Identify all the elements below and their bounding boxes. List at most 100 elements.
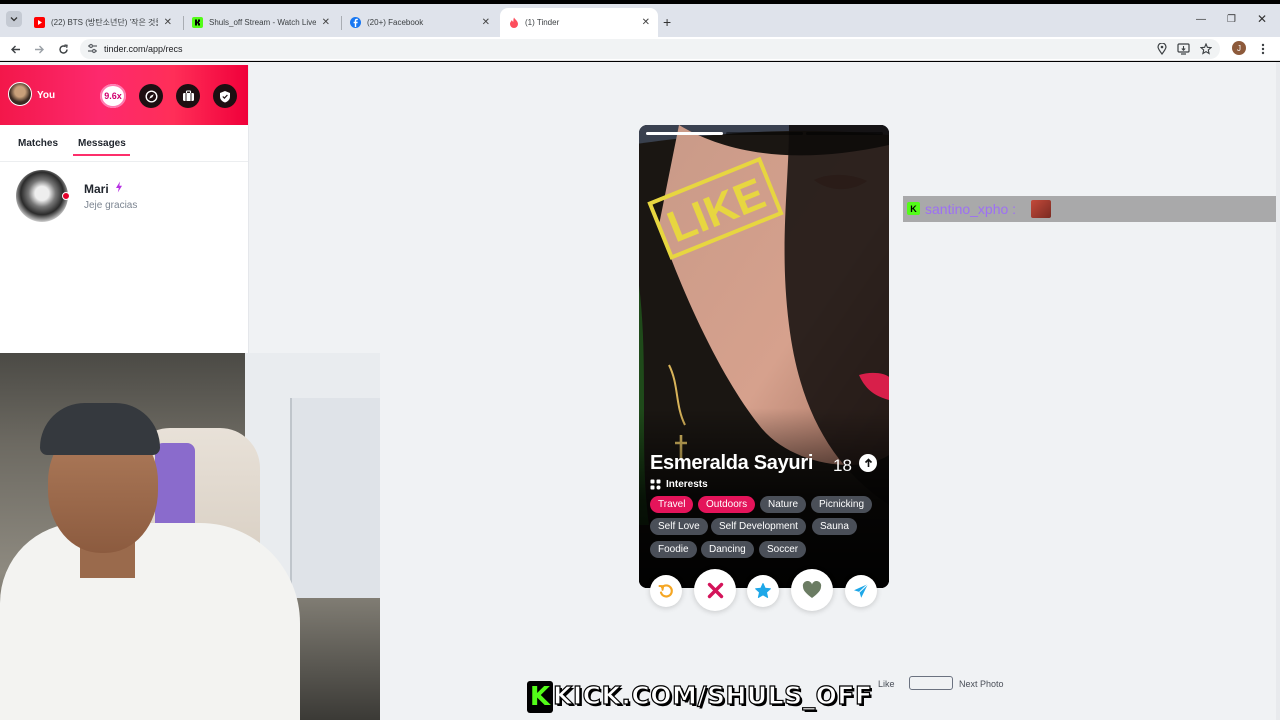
send-icon	[854, 583, 869, 598]
boost-multiplier-button[interactable]: 9.6x	[100, 84, 126, 108]
shield-icon	[220, 90, 230, 102]
forward-button[interactable]	[32, 42, 46, 56]
streamer-webcam	[0, 353, 380, 720]
interests-label: Interests	[666, 479, 708, 490]
tab-messages[interactable]: Messages	[78, 138, 126, 149]
tab-title: (22) BTS (방탄소년단) '작은 것들	[51, 18, 158, 27]
tab-tinder[interactable]: (1) Tinder ✕	[500, 8, 658, 37]
photo-indicator	[726, 132, 803, 135]
back-button[interactable]	[8, 42, 22, 56]
interest-chip: Sauna	[812, 518, 857, 535]
tab-matches[interactable]: Matches	[18, 138, 58, 149]
chevron-down-icon	[10, 17, 18, 22]
explore-button[interactable]	[139, 84, 163, 108]
reload-icon	[58, 43, 68, 54]
open-profile-button[interactable]	[859, 454, 877, 472]
watermark-text: KICK.COM/SHULS_OFF	[552, 680, 873, 710]
browser-toolbar: tinder.com/app/recs J	[0, 37, 1280, 61]
message-name: Mari	[84, 182, 109, 196]
tab-title: (1) Tinder	[525, 18, 560, 27]
install-app-icon[interactable]	[1177, 43, 1190, 55]
interest-chip: Foodie	[650, 541, 697, 558]
user-label[interactable]: You	[37, 90, 55, 101]
more-vertical-icon	[1261, 43, 1265, 55]
interest-chip: Dancing	[701, 541, 754, 558]
tab-title: (20+) Facebook	[367, 18, 424, 27]
message-preview: Jeje gracias	[84, 200, 138, 211]
youtube-icon	[34, 17, 45, 28]
x-icon	[707, 582, 723, 598]
interest-chip: Nature	[760, 496, 807, 513]
sidebar-tabs: Matches Messages	[0, 125, 248, 162]
multiplier-value: 9.6x	[104, 91, 122, 101]
profile-avatar[interactable]: J	[1232, 41, 1246, 55]
browser-tab-bar: (22) BTS (방탄소년단) '작은 것들 ✕ Shuls_off Stre…	[0, 0, 1280, 37]
tab-kick[interactable]: Shuls_off Stream - Watch Live o ✕	[184, 8, 338, 37]
tab-facebook[interactable]: (20+) Facebook ✕	[342, 8, 498, 37]
compass-icon	[144, 89, 158, 103]
briefcase-icon	[182, 90, 194, 101]
new-tab-button[interactable]: +	[663, 14, 671, 30]
sidebar-header: You 9.6x	[0, 65, 248, 125]
tab-youtube[interactable]: (22) BTS (방탄소년단) '작은 것들 ✕	[26, 8, 180, 37]
site-info-icon[interactable]	[87, 43, 98, 54]
interest-chip: Picnicking	[811, 496, 873, 513]
url-text: tinder.com/app/recs	[104, 44, 183, 54]
kick-icon: K	[907, 202, 920, 215]
tab-search-button[interactable]	[6, 11, 22, 27]
safety-button[interactable]	[213, 84, 237, 108]
close-icon[interactable]: ✕	[164, 17, 172, 28]
nope-button[interactable]	[694, 569, 736, 611]
scrollbar[interactable]	[1276, 62, 1280, 720]
work-button[interactable]	[176, 84, 200, 108]
address-bar[interactable]: tinder.com/app/recs	[80, 39, 1220, 59]
chat-emote	[1031, 200, 1051, 218]
interest-chip: Self Development	[711, 518, 806, 535]
online-indicator	[62, 192, 70, 200]
heart-icon	[802, 581, 822, 598]
super-like-button[interactable]	[747, 575, 779, 607]
interest-chip: Self Love	[650, 518, 708, 535]
close-icon[interactable]: ✕	[322, 17, 330, 28]
close-icon[interactable]: ✕	[482, 17, 490, 28]
boost-button[interactable]	[845, 575, 877, 607]
keyboard-hint-next-photo: Next Photo	[959, 679, 1004, 689]
location-pin-icon[interactable]	[1157, 43, 1167, 55]
chat-username: santino_xpho :	[925, 201, 1017, 217]
minimize-button[interactable]: —	[1196, 14, 1206, 25]
profile-initial: J	[1237, 43, 1241, 53]
close-icon[interactable]: ✕	[642, 17, 650, 28]
facebook-icon	[350, 17, 361, 28]
sidebar: You 9.6x Matches Messages Mari Jeje grac…	[0, 65, 249, 355]
restore-button[interactable]: ❐	[1227, 14, 1236, 25]
browser-menu-button[interactable]	[1256, 42, 1270, 56]
reload-button[interactable]	[56, 42, 70, 56]
rewind-icon	[658, 584, 673, 598]
arrow-right-icon	[34, 45, 44, 53]
stream-watermark: K KICK.COM/SHULS_OFF	[523, 675, 889, 719]
active-tab-indicator	[73, 154, 130, 156]
profile-card[interactable]: LIKE Esmeralda Sayuri 18 Interests Trave…	[639, 125, 889, 588]
arrow-left-icon	[10, 45, 20, 53]
profile-name: Esmeralda Sayuri	[650, 452, 814, 474]
tab-title: Shuls_off Stream - Watch Live o	[209, 18, 316, 27]
message-list-item[interactable]: Mari Jeje gracias	[0, 165, 248, 227]
close-window-button[interactable]: ✕	[1257, 12, 1267, 26]
arrow-up-icon	[864, 458, 872, 467]
star-icon	[755, 583, 771, 598]
stream-chat-message: K santino_xpho :	[903, 196, 1277, 222]
kick-icon	[192, 17, 203, 28]
interests-icon	[650, 479, 661, 490]
tinder-icon	[508, 17, 519, 28]
interest-chip: Soccer	[759, 541, 807, 558]
interest-chip: Outdoors	[698, 496, 756, 513]
like-button[interactable]	[791, 569, 833, 611]
lightning-icon	[116, 181, 122, 193]
rewind-button[interactable]	[650, 575, 682, 607]
photo-indicator-active	[646, 132, 723, 135]
avatar[interactable]	[8, 82, 32, 106]
avatar	[16, 170, 68, 222]
keyboard-key-space	[909, 676, 953, 690]
profile-age: 18	[833, 456, 852, 475]
bookmark-star-icon[interactable]	[1200, 43, 1212, 55]
